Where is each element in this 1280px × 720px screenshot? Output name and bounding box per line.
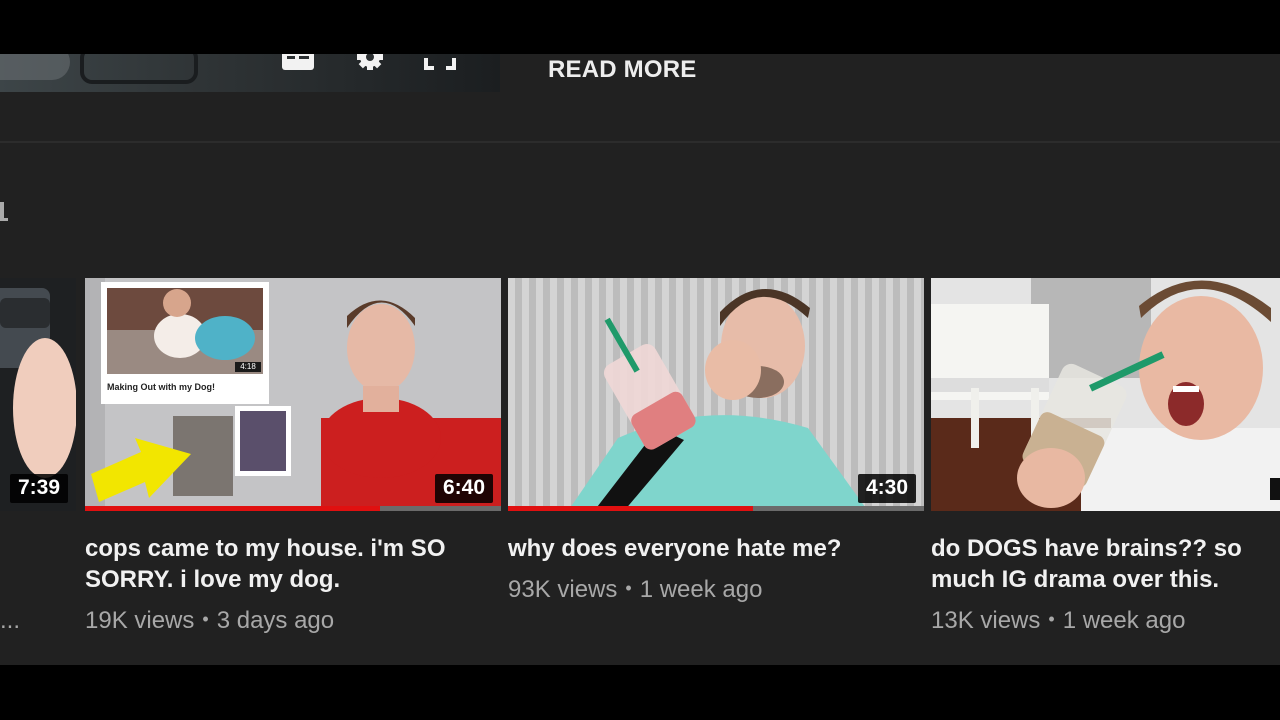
video-title[interactable]: why does everyone hate me? (508, 533, 924, 564)
player-frame-shape (80, 54, 198, 84)
meta-separator: • (625, 578, 632, 598)
video-age: 1 week ago (1062, 607, 1186, 634)
meta-separator: • (1048, 609, 1055, 629)
video-age: 1 week ago (639, 576, 763, 603)
video-player[interactable] (0, 54, 500, 92)
video-title[interactable]: do DOGS have brains?? so much IG drama o… (931, 533, 1271, 595)
fullscreen-icon[interactable] (420, 54, 460, 74)
read-more-button[interactable]: READ MORE (548, 56, 696, 84)
shelf-title-edge (0, 202, 8, 222)
video-title[interactable]: cops came to my house. i'm SO SORRY. i l… (85, 533, 501, 595)
section-divider (0, 141, 1280, 143)
watch-progress-fill (85, 506, 381, 511)
video-duration: 4:30 (857, 474, 916, 503)
video-card[interactable]: do DOGS have brains?? so much IG drama o… (931, 278, 1280, 637)
video-thumbnail[interactable]: Making Out with my Dog! 4:18 6:40 (85, 278, 501, 511)
video-meta-ellipsis: ... (0, 607, 21, 634)
player-frame-art (0, 54, 70, 80)
video-thumbnail[interactable]: 4:30 (508, 278, 924, 511)
inset-caption: Making Out with my Dog! (107, 382, 215, 392)
gear-icon[interactable] (350, 54, 390, 74)
watch-progress-fill (508, 506, 754, 511)
video-duration: 7:39 (9, 474, 68, 503)
video-meta: 19K views • 3 days ago (85, 606, 501, 637)
watch-progress (508, 506, 924, 511)
watch-progress (85, 506, 501, 511)
video-page: READ MORE 7:39 ... Making Out with my Do… (0, 54, 1280, 665)
meta-separator: • (202, 609, 209, 629)
video-meta: 13K views • 1 week ago (931, 606, 1280, 637)
video-views: 13K views (931, 607, 1041, 634)
video-meta: 93K views • 1 week ago (508, 575, 924, 606)
inset-duration: 4:18 (240, 362, 256, 371)
video-title[interactable] (0, 533, 76, 595)
video-age: 3 days ago (216, 607, 335, 634)
video-thumbnail[interactable]: 7:39 (0, 278, 76, 511)
captions-icon[interactable] (278, 54, 318, 74)
video-card[interactable]: 4:30 why does everyone hate me? 93K view… (508, 278, 924, 606)
video-meta: ... (0, 606, 76, 636)
video-duration: 6:40 (434, 474, 493, 503)
video-card[interactable]: Making Out with my Dog! 4:18 6:40 cops c… (85, 278, 501, 637)
video-thumbnail[interactable] (931, 278, 1280, 511)
video-views: 19K views (85, 607, 195, 634)
video-views: 93K views (508, 576, 618, 603)
video-duration-cropped (1270, 478, 1280, 500)
video-card[interactable]: 7:39 ... (0, 278, 76, 636)
